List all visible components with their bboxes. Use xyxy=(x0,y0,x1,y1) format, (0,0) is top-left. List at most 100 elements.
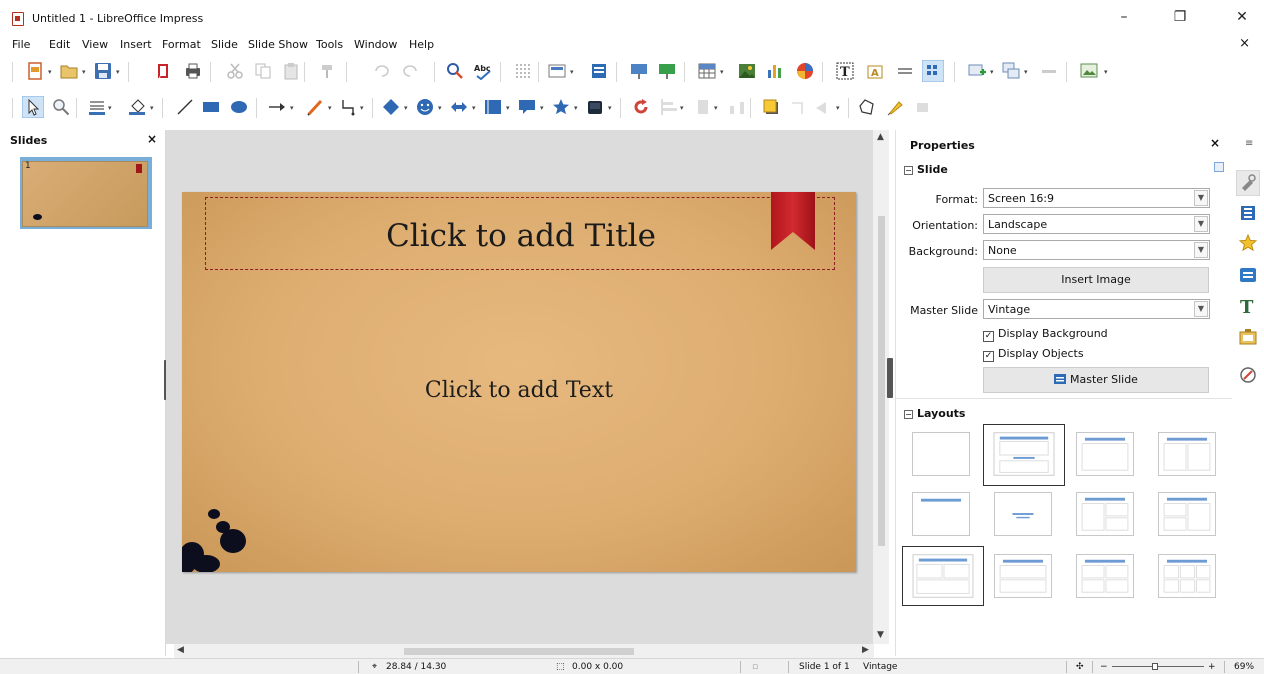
export-pdf-icon[interactable] xyxy=(154,62,172,80)
orientation-select[interactable]: Landscape ▼ xyxy=(983,214,1210,234)
slide-transition-icon[interactable] xyxy=(1239,204,1257,222)
vertical-scroll-thumb[interactable] xyxy=(878,216,885,546)
arrange-dropdown-icon[interactable]: ▾ xyxy=(714,104,718,112)
slide-section-header[interactable]: − Slide xyxy=(904,163,948,176)
callout-shapes-icon[interactable] xyxy=(518,98,536,116)
cut-icon[interactable] xyxy=(226,62,244,80)
properties-close-icon[interactable]: × xyxy=(1210,136,1220,150)
callout-shapes-dropdown-icon[interactable]: ▾ xyxy=(540,104,544,112)
format-select[interactable]: Screen 16:9 ▼ xyxy=(983,188,1210,208)
line-tool-icon[interactable] xyxy=(176,98,194,116)
zoom-pan-icon[interactable] xyxy=(52,98,70,116)
menu-edit[interactable]: Edit xyxy=(49,38,70,51)
hyperlink-icon[interactable] xyxy=(896,62,914,80)
curves-icon[interactable] xyxy=(306,98,324,116)
insert-image-button[interactable]: Insert Image xyxy=(983,267,1209,293)
clone-formatting-icon[interactable] xyxy=(318,62,336,80)
title-placeholder[interactable]: Click to add Title xyxy=(205,197,835,270)
master-slide-button[interactable]: Master Slide xyxy=(983,367,1209,393)
gallery-icon[interactable] xyxy=(1239,328,1257,346)
fill-color-dropdown-icon[interactable]: ▾ xyxy=(150,104,154,112)
zoom-slider-track[interactable] xyxy=(1112,666,1204,667)
navigator-icon[interactable] xyxy=(1239,366,1257,384)
menu-window[interactable]: Window xyxy=(354,38,397,51)
more-options-icon[interactable] xyxy=(1214,162,1224,172)
flowchart-icon[interactable] xyxy=(484,98,502,116)
find-replace-icon[interactable] xyxy=(446,62,464,80)
scroll-right-icon[interactable]: ▶ xyxy=(862,645,869,655)
layout-title-2-content[interactable] xyxy=(1158,432,1216,476)
slide-thumbnail[interactable]: 1 xyxy=(22,161,148,227)
save-icon[interactable] xyxy=(94,62,112,80)
layout-title-2-content-content[interactable] xyxy=(1076,492,1134,536)
shadow-icon[interactable] xyxy=(762,98,780,116)
rectangle-tool-icon[interactable] xyxy=(202,98,220,116)
line-color-dropdown-icon[interactable]: ▾ xyxy=(108,104,112,112)
new-icon[interactable] xyxy=(26,62,44,80)
stars-dropdown-icon[interactable]: ▾ xyxy=(574,104,578,112)
delete-slide-icon[interactable] xyxy=(1040,62,1058,80)
3d-objects-dropdown-icon[interactable]: ▾ xyxy=(608,104,612,112)
slide-canvas[interactable]: Click to add Title Click to add Text xyxy=(166,130,873,644)
arrange-icon[interactable] xyxy=(694,98,712,116)
fit-slide-icon[interactable]: ✣ xyxy=(1076,662,1084,672)
copy-icon[interactable] xyxy=(254,62,272,80)
slide[interactable]: Click to add Title Click to add Text xyxy=(182,192,856,572)
basic-shapes-dropdown-icon[interactable]: ▾ xyxy=(404,104,408,112)
layout-title-only[interactable] xyxy=(912,492,970,536)
display-background-checkbox[interactable]: ✓ Display Background xyxy=(983,327,1108,342)
connectors-icon[interactable] xyxy=(340,98,358,116)
new-slide-dropdown-icon[interactable]: ▾ xyxy=(990,68,994,76)
toggle-extrusion-icon[interactable] xyxy=(914,98,932,116)
align-objects-dropdown-icon[interactable]: ▾ xyxy=(680,104,684,112)
layout-centered-text[interactable] xyxy=(994,492,1052,536)
close-document-icon[interactable]: × xyxy=(1239,36,1250,51)
glue-points-icon[interactable] xyxy=(886,98,904,116)
filter-dropdown-icon[interactable]: ▾ xyxy=(836,104,840,112)
duplicate-slide-dropdown-icon[interactable]: ▾ xyxy=(1024,68,1028,76)
select-icon[interactable] xyxy=(22,96,44,118)
start-current-slide-icon[interactable] xyxy=(658,62,676,80)
redo-icon[interactable] xyxy=(402,62,420,80)
horizontal-scroll-thumb[interactable] xyxy=(404,648,634,655)
display-grid-icon[interactable] xyxy=(922,60,944,82)
align-objects-icon[interactable] xyxy=(660,98,678,116)
open-dropdown-icon[interactable]: ▾ xyxy=(82,68,86,76)
points-icon[interactable] xyxy=(858,98,876,116)
scroll-down-icon[interactable]: ▼ xyxy=(877,630,884,640)
fontwork-icon[interactable]: A xyxy=(866,62,884,80)
minimize-button[interactable]: – xyxy=(1104,6,1144,28)
horizontal-scrollbar[interactable]: ◀ ▶ xyxy=(174,644,874,658)
fill-color-icon[interactable] xyxy=(128,98,146,116)
animation-icon[interactable] xyxy=(1239,234,1257,252)
slide-layout-icon[interactable] xyxy=(1080,62,1098,80)
slide-layout-dropdown-icon[interactable]: ▾ xyxy=(1104,68,1108,76)
master-slide-select[interactable]: Vintage ▼ xyxy=(983,299,1210,319)
distribute-icon[interactable] xyxy=(728,98,746,116)
block-arrows-icon[interactable] xyxy=(450,98,468,116)
save-dropdown-icon[interactable]: ▾ xyxy=(116,68,120,76)
master-name[interactable]: Vintage xyxy=(863,662,897,672)
layout-blank[interactable] xyxy=(912,432,970,476)
menu-tools[interactable]: Tools xyxy=(316,38,343,51)
undo-icon[interactable] xyxy=(372,62,390,80)
styles-icon[interactable]: T xyxy=(1239,296,1257,314)
print-icon[interactable] xyxy=(184,62,202,80)
connectors-dropdown-icon[interactable]: ▾ xyxy=(360,104,364,112)
table-dropdown-icon[interactable]: ▾ xyxy=(720,68,724,76)
master-slides-icon[interactable] xyxy=(1239,266,1257,284)
slides-pane-close-icon[interactable]: × xyxy=(147,132,157,146)
properties-deck-icon[interactable] xyxy=(1236,170,1260,196)
restore-button[interactable]: ❐ xyxy=(1160,6,1200,28)
paste-icon[interactable] xyxy=(282,62,300,80)
new-dropdown-icon[interactable]: ▾ xyxy=(48,68,52,76)
basic-shapes-icon[interactable] xyxy=(382,98,400,116)
layout-title-4-content[interactable] xyxy=(1076,554,1134,598)
zoom-in-icon[interactable]: + xyxy=(1208,662,1216,672)
menu-insert[interactable]: Insert xyxy=(120,38,152,51)
menu-format[interactable]: Format xyxy=(162,38,201,51)
menu-slide[interactable]: Slide xyxy=(211,38,238,51)
layout-title-content[interactable] xyxy=(1076,432,1134,476)
text-box-icon[interactable]: T xyxy=(836,62,854,80)
body-placeholder-text[interactable]: Click to add Text xyxy=(182,378,856,403)
